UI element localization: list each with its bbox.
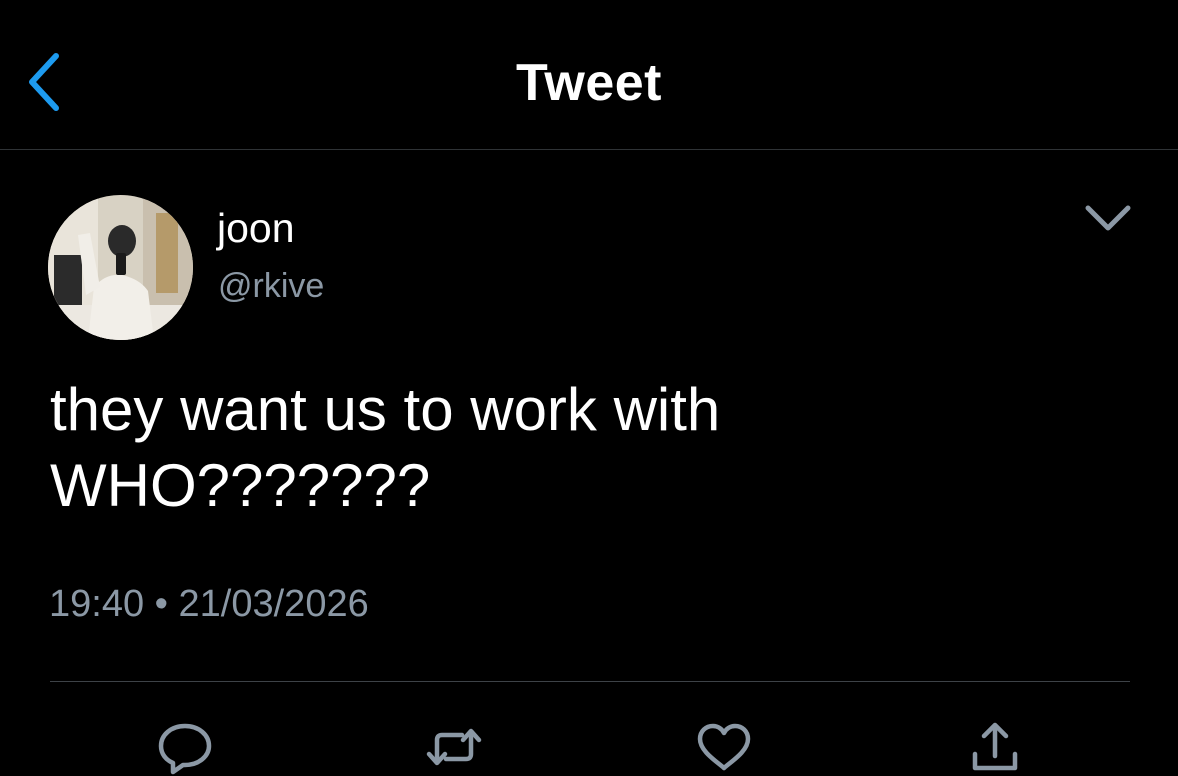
- tweet-options-button[interactable]: [1082, 198, 1134, 238]
- divider: [50, 681, 1130, 682]
- share-button[interactable]: [965, 718, 1025, 776]
- retweet-icon: [426, 728, 482, 766]
- retweet-button[interactable]: [424, 718, 484, 776]
- tweet-text-line: WHO???????: [50, 452, 431, 519]
- tweet-time: 19:40: [49, 583, 145, 625]
- avatar[interactable]: [48, 195, 193, 340]
- author-display-name[interactable]: joon: [217, 203, 295, 253]
- top-bar: Tweet: [0, 0, 1178, 150]
- tweet-text-line: they want us to work with: [50, 376, 721, 443]
- tweet-text: they want us to work with WHO???????: [50, 372, 1130, 524]
- share-upload-icon: [972, 722, 1018, 771]
- author-handle[interactable]: @rkive: [218, 264, 324, 308]
- tweet-date: 21/03/2026: [178, 583, 369, 625]
- reply-bubble-icon: [158, 723, 212, 775]
- like-button[interactable]: [694, 718, 754, 776]
- timestamp-separator: •: [154, 583, 168, 625]
- tweet-timestamp[interactable]: 19:40 • 21/03/2026: [49, 580, 369, 628]
- heart-icon: [697, 723, 751, 771]
- page-title: Tweet: [515, 54, 662, 112]
- avatar-photo: [48, 195, 193, 340]
- chevron-down-icon: [1085, 205, 1131, 231]
- reply-button[interactable]: [155, 718, 215, 776]
